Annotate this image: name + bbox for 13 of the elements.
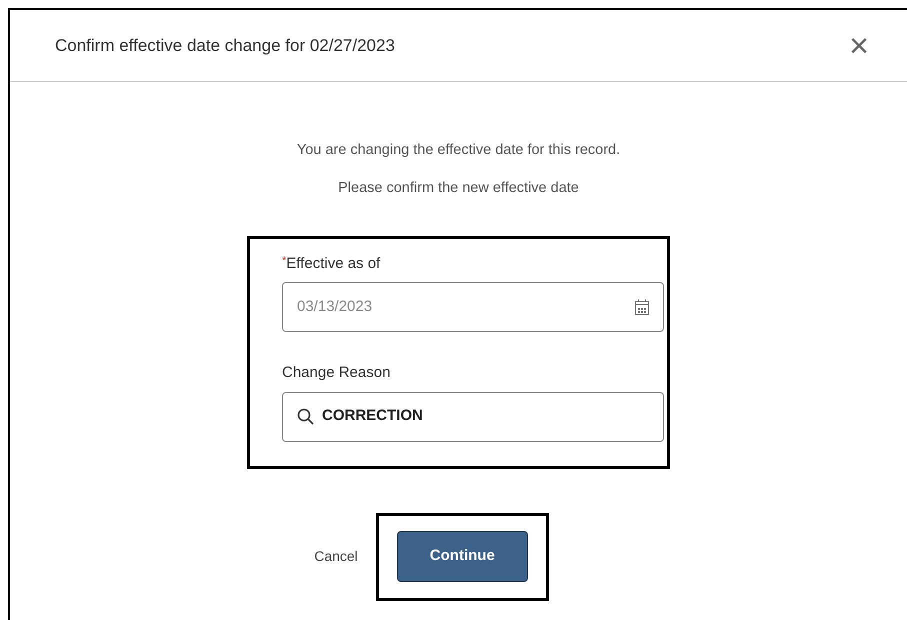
field-label: Change Reason bbox=[282, 364, 390, 381]
cancel-button[interactable]: Cancel bbox=[308, 546, 364, 567]
date-field[interactable]: 03/13/2023 bbox=[282, 282, 664, 332]
message-text: You are changing the effective date for this record. bbox=[296, 141, 620, 160]
search-icon bbox=[297, 408, 314, 425]
lookup-field[interactable]: CORRECTION bbox=[282, 392, 664, 442]
calendar-icon[interactable] bbox=[635, 299, 649, 315]
required-mark: * bbox=[282, 254, 286, 266]
close-button[interactable]: × bbox=[849, 28, 869, 62]
message-text: Please confirm the new effective date bbox=[338, 178, 579, 198]
field-label: Effective as of bbox=[286, 254, 380, 272]
continue-button[interactable]: Continue bbox=[396, 531, 528, 582]
dialog-title: Confirm effective date change for 02/27/2023 bbox=[55, 34, 395, 57]
